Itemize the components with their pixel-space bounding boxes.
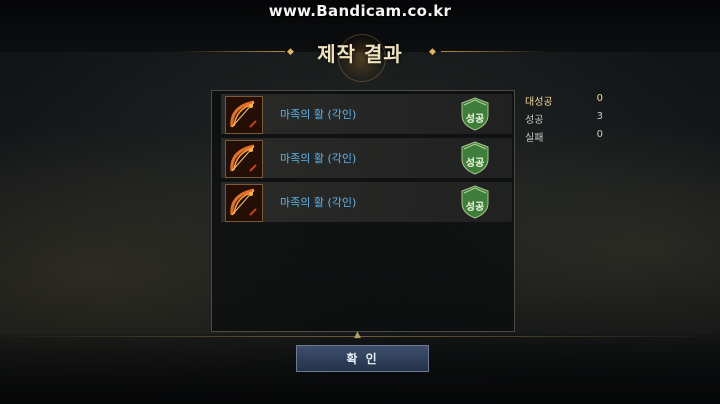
- stat-failure: 실패 0: [525, 129, 605, 147]
- success-badge: 성공: [460, 141, 490, 175]
- result-stats: 대성공 0 성공 3 실패 0: [525, 93, 605, 147]
- stat-value: 3: [596, 111, 603, 122]
- badge-label: 성공: [465, 202, 485, 213]
- stat-value: 0: [596, 93, 603, 104]
- result-row: 마족의 활 (각인) 성공: [221, 94, 512, 134]
- stat-label: 대성공: [525, 97, 553, 108]
- title-bar: ◆ 제작 결과 ◆: [0, 34, 720, 82]
- badge-label: 성공: [465, 158, 485, 169]
- bow-icon: [226, 97, 262, 133]
- stat-label: 성공: [525, 115, 544, 126]
- bow-icon: [226, 141, 262, 177]
- title-line-right: [441, 51, 551, 52]
- item-name: 마족의 활 (각인): [280, 108, 357, 121]
- success-badge: 성공: [460, 185, 490, 219]
- item-slot[interactable]: [225, 96, 263, 134]
- item-slot[interactable]: [225, 184, 263, 222]
- title-line-left: [175, 51, 285, 52]
- title-diamond-left-icon: ◆: [287, 47, 294, 57]
- divider-arrow-icon: ▲: [354, 330, 361, 340]
- results-panel: 마족의 활 (각인) 성공 마족의 활 (각인) 성공 마족의 활 (각인) 성…: [211, 90, 515, 332]
- badge-label: 성공: [465, 114, 485, 125]
- stat-great-success: 대성공 0: [525, 93, 605, 111]
- dialog-title: 제작 결과: [317, 42, 403, 66]
- stat-success: 성공 3: [525, 111, 605, 129]
- result-row: 마족의 활 (각인) 성공: [221, 138, 512, 178]
- stat-value: 0: [596, 129, 603, 140]
- item-slot[interactable]: [225, 140, 263, 178]
- confirm-button[interactable]: 확 인: [296, 345, 429, 372]
- success-badge: 성공: [460, 97, 490, 131]
- result-row: 마족의 활 (각인) 성공: [221, 182, 512, 222]
- item-name: 마족의 활 (각인): [280, 152, 357, 165]
- title-diamond-right-icon: ◆: [429, 47, 436, 57]
- bow-icon: [226, 185, 262, 221]
- watermark: www.Bandicam.co.kr: [268, 2, 452, 20]
- item-name: 마족의 활 (각인): [280, 196, 357, 209]
- stat-label: 실패: [525, 133, 544, 144]
